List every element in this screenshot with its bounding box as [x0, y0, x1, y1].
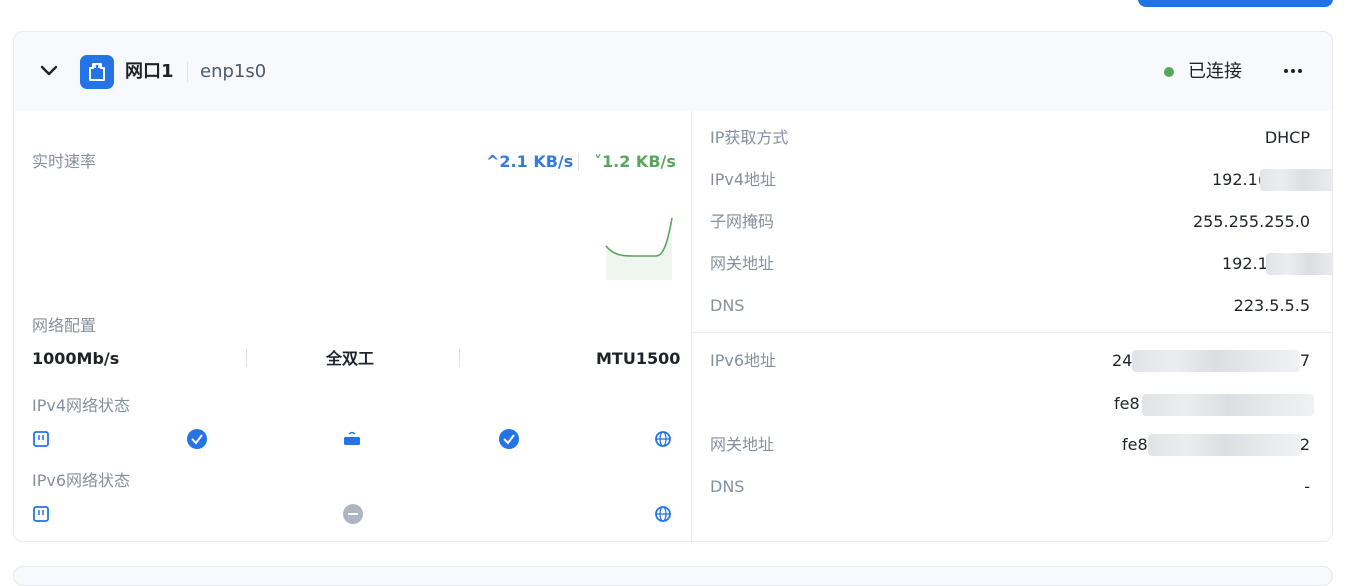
- download-speed: ˅1.2 KB/s: [594, 152, 676, 171]
- ipv6-status-track: [33, 504, 671, 524]
- ipv4-address-value: 192.1(: [1212, 170, 1265, 189]
- speed-divider: [578, 153, 579, 171]
- ipv6-gateway-label: 网关地址: [710, 435, 775, 454]
- redacted-ipv6-gateway: [1148, 434, 1302, 456]
- globe-icon: [655, 506, 671, 522]
- arrow-up-icon: ^: [486, 152, 500, 171]
- check-icon: [499, 429, 519, 449]
- arrow-down-icon: ˅: [594, 152, 602, 171]
- nic-icon: [33, 506, 49, 522]
- ipv6-gateway-suffix: 2: [1299, 435, 1310, 454]
- redacted-ipv6-link-local: [1142, 394, 1314, 416]
- ipv6-gateway-value: fe8: [1122, 435, 1148, 454]
- ip-mode-value: DHCP: [1264, 128, 1310, 147]
- status-dot: [1164, 67, 1174, 77]
- port-name: 网口1: [125, 61, 174, 82]
- panel-divider: [691, 111, 692, 541]
- ipv6-dns-label: DNS: [710, 477, 745, 496]
- config-duplex: 全双工: [326, 349, 375, 368]
- status-badge: 已连接: [1188, 61, 1242, 82]
- config-label: 网络配置: [32, 316, 97, 335]
- subnet-mask-value: 255.255.255.0: [1192, 212, 1310, 231]
- dns-value: 223.5.5.5: [1233, 296, 1310, 315]
- globe-icon: [655, 431, 671, 447]
- minus-icon: [343, 504, 363, 524]
- ipv6-address-suffix: 7: [1299, 351, 1310, 370]
- ipv6-status-label: IPv6网络状态: [32, 471, 131, 490]
- ipv6-dns-value: -: [1304, 477, 1310, 496]
- speed-sparkline: [605, 217, 673, 280]
- speed-label: 实时速率: [32, 152, 97, 171]
- network-port-card: 网口1 enp1s0 已连接 实时速率 ^2.1 KB/s ˅1.2 KB/s …: [13, 31, 1333, 542]
- ipv4-status-track: [33, 429, 671, 449]
- redacted-ipv6: [1132, 350, 1300, 372]
- chevron-down-icon[interactable]: [38, 60, 60, 82]
- ipv6-link-local-value: fe8: [1114, 394, 1140, 413]
- section-divider: [691, 332, 1332, 333]
- upload-speed: ^2.1 KB/s: [486, 152, 574, 171]
- config-speed: 1000Mb/s: [32, 349, 120, 368]
- config-mtu: MTU1500: [596, 349, 681, 368]
- ethernet-port-icon: [80, 55, 114, 89]
- card-header: 网口1 enp1s0 已连接: [14, 32, 1332, 111]
- ipv6-address-label: IPv6地址: [710, 351, 777, 370]
- more-icon[interactable]: [1280, 60, 1306, 82]
- subnet-mask-label: 子网掩码: [710, 212, 775, 231]
- ipv4-address-label: IPv4地址: [710, 170, 777, 189]
- ip-mode-label: IP获取方式: [710, 128, 789, 147]
- ipv6-address-value: 24: [1112, 351, 1133, 370]
- nic-icon: [33, 431, 49, 447]
- dns-label: DNS: [710, 296, 745, 315]
- redacted-gateway: [1266, 253, 1332, 275]
- gateway-value: 192.1: [1222, 254, 1268, 273]
- ipv4-status-label: IPv4网络状态: [32, 396, 131, 415]
- port-device: enp1s0: [200, 61, 267, 82]
- header-divider: [187, 62, 188, 82]
- top-action-button[interactable]: [1138, 0, 1333, 7]
- check-icon: [187, 429, 207, 449]
- next-port-card[interactable]: [13, 566, 1333, 586]
- config-divider: [246, 349, 247, 367]
- gateway-label: 网关地址: [710, 254, 775, 273]
- redacted-ipv4: [1260, 169, 1332, 191]
- router-icon: [344, 431, 360, 445]
- config-divider: [459, 349, 460, 367]
